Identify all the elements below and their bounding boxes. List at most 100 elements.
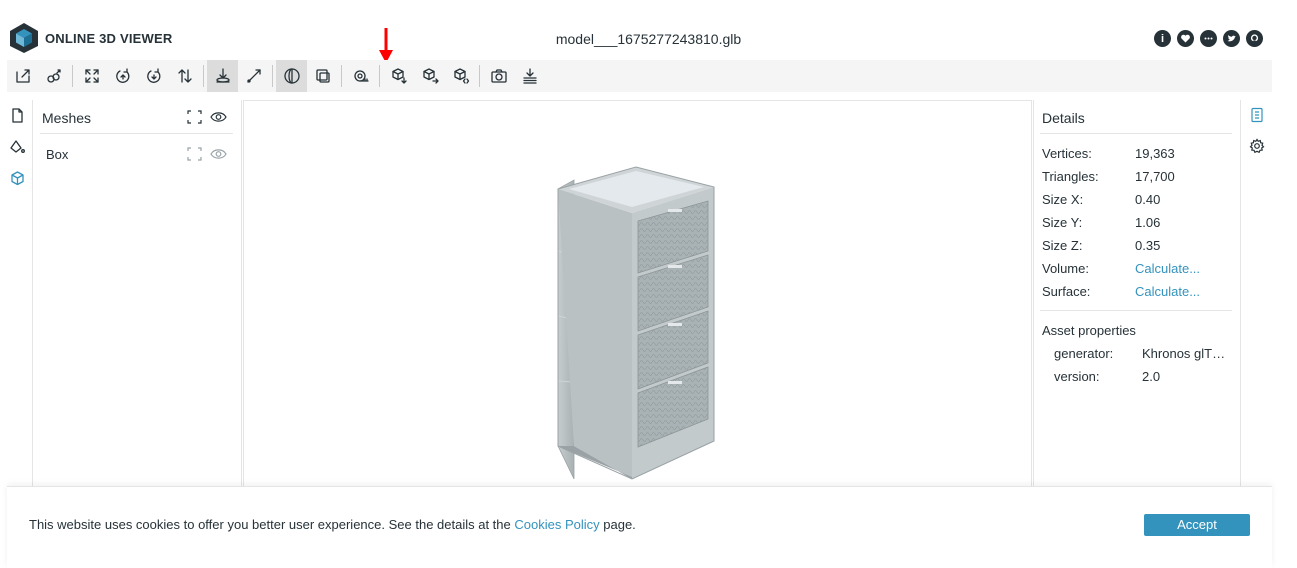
file-icon [12,108,23,123]
mesh-item-actions [186,147,227,161]
cookies-policy-link[interactable]: Cookies Policy [514,517,599,532]
toolbar-separator [341,65,342,87]
floor-icon [522,68,537,84]
swap-up-axis-button[interactable] [169,60,200,92]
free-orbit-button[interactable] [238,60,269,92]
orthographic-icon [315,69,330,83]
detail-row-surface: Surface: Calculate... [1042,284,1232,302]
share-model-button[interactable] [414,60,445,92]
snapshot-button[interactable] [483,60,514,92]
toolbar-separator [203,65,204,87]
file-name-title: model___1675277243810.glb [555,31,742,47]
cookie-banner: This website uses cookies to offer you b… [7,486,1272,568]
perspective-camera-button[interactable] [276,60,307,92]
export-cube-icon [391,68,407,84]
calculate-volume-link[interactable]: Calculate... [1135,261,1200,276]
eye-icon[interactable] [210,147,227,161]
fixed-navigation-button[interactable] [207,60,238,92]
open-file-icon [15,69,30,83]
detail-value: 0.40 [1135,192,1161,207]
asset-properties-title: Asset properties [1042,323,1136,338]
left-navigation [7,100,33,490]
free-orbit-icon [246,69,261,83]
detail-key: Triangles: [1042,169,1099,184]
rotate-flip-icon [146,68,160,83]
open-file-button[interactable] [7,60,38,92]
detail-row-volume: Volume: Calculate... [1042,261,1232,279]
accept-cookies-button[interactable]: Accept [1144,514,1250,536]
calculate-surface-link[interactable]: Calculate... [1135,284,1200,299]
cube-icon [11,171,24,186]
fixed-up-icon [215,68,230,83]
detail-key: Size Z: [1042,238,1083,253]
environment-settings-button[interactable] [514,60,545,92]
divider [1040,310,1232,311]
right-navigation [1244,100,1272,490]
embed-cube-icon [453,68,469,84]
detail-key: Vertices: [1042,146,1092,161]
twitter-icon[interactable] [1223,30,1240,47]
detail-row-vertices: Vertices: 19,363 [1042,146,1232,164]
eye-icon[interactable] [210,110,227,124]
heart-icon[interactable] [1177,30,1194,47]
toolbar-separator [479,65,480,87]
rotate-up-icon [115,68,129,83]
export-model-button[interactable] [383,60,414,92]
asset-key: generator: [1054,346,1114,361]
materials-tab[interactable] [9,138,29,158]
details-tab[interactable] [1249,107,1267,125]
set-up-vector-button[interactable] [107,60,138,92]
meshes-title: Meshes [42,110,92,126]
link-icon [46,69,61,83]
fit-to-window-button[interactable] [76,60,107,92]
3d-viewport[interactable] [243,100,1032,490]
toolbar-separator [72,65,73,87]
cookie-message: This website uses cookies to offer you b… [29,517,636,532]
meshes-tab[interactable] [9,170,29,190]
details-panel: Details Vertices: 19,363 Triangles: 17,7… [1033,100,1241,490]
measure-tool-button[interactable] [345,60,376,92]
toolbar-separator [272,65,273,87]
detail-row-size-z: Size Z: 0.35 [1042,238,1232,256]
gear-icon [1249,138,1265,154]
detail-key: Surface: [1042,284,1091,299]
detail-key: Size Y: [1042,215,1083,230]
share-cube-icon [422,68,439,84]
swap-axis-icon [177,69,192,83]
asset-value: 2.0 [1142,369,1161,384]
camera-icon [490,69,507,83]
settings-tab[interactable] [1249,138,1267,156]
files-tab[interactable] [9,107,29,127]
toolbar-separator [379,65,380,87]
perspective-icon [283,68,300,84]
cookie-text-before: This website uses cookies to offer you b… [29,517,515,532]
divider [40,133,233,134]
cookie-text-after: page. [599,517,636,532]
asset-key: version: [1054,369,1100,384]
detail-key: Size X: [1042,192,1084,207]
embed-model-button[interactable] [445,60,476,92]
header-links: i [1154,30,1263,47]
material-icon [10,140,25,153]
divider [1040,133,1232,134]
github-icon[interactable] [1246,30,1263,47]
fit-mesh-icon[interactable] [186,110,203,124]
mesh-item-box[interactable]: Box [46,147,68,162]
details-list-icon [1251,107,1263,123]
detail-row-triangles: Triangles: 17,700 [1042,169,1232,187]
info-icon[interactable]: i [1154,30,1171,47]
detail-row-size-x: Size X: 0.40 [1042,192,1232,210]
fit-mesh-icon[interactable] [186,147,203,161]
measure-tape-icon [353,70,369,82]
header: ONLINE 3D VIEWER model___1675277243810.g… [0,0,1297,60]
cabinet-model [557,166,715,480]
feedback-icon[interactable] [1200,30,1217,47]
flip-up-vector-button[interactable] [138,60,169,92]
detail-value: 19,363 [1135,146,1175,161]
detail-row-size-y: Size Y: 1.06 [1042,215,1232,233]
open-url-button[interactable] [38,60,69,92]
details-title: Details [1042,110,1085,126]
orthographic-camera-button[interactable] [307,60,338,92]
meshes-header-actions [186,110,227,124]
detail-value: 0.35 [1135,238,1161,253]
